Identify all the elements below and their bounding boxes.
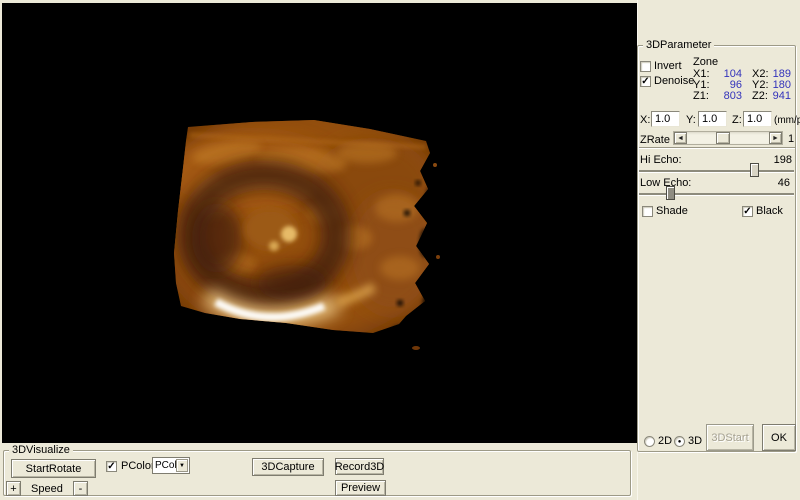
3dcapture-button[interactable]: 3DCapture xyxy=(252,458,324,476)
pcolor-label: PColor xyxy=(121,460,155,472)
hi-echo-label: Hi Echo: xyxy=(640,154,682,166)
mode-2d-label: 2D xyxy=(658,435,672,447)
speed-label: Speed xyxy=(31,483,63,495)
section-divider xyxy=(639,147,795,148)
y-scale-input[interactable] xyxy=(698,111,727,127)
zone-z1-label: Z1: xyxy=(693,90,709,102)
low-echo-value: 46 xyxy=(760,177,790,189)
low-echo-slider-track[interactable] xyxy=(639,193,794,195)
ok-button[interactable]: OK xyxy=(762,424,796,451)
preview-button[interactable]: Preview xyxy=(335,480,386,496)
zrate-value: 1 xyxy=(788,133,794,145)
pcolor-dropdown[interactable]: PColor ▼ xyxy=(152,457,190,474)
hi-echo-slider-track[interactable] xyxy=(639,170,794,172)
zone-z1-value: 803 xyxy=(712,90,742,102)
black-checkbox[interactable]: ✓ xyxy=(742,206,753,217)
z-scale-label: Z: xyxy=(732,114,742,126)
hi-echo-slider-thumb[interactable] xyxy=(750,163,759,177)
record3d-button[interactable]: Record3D xyxy=(335,458,384,475)
zrate-label: ZRate xyxy=(640,134,670,146)
mode-3d-radio[interactable]: ● xyxy=(674,436,685,447)
zone-label: Zone xyxy=(693,56,718,68)
speed-plus-button[interactable]: + xyxy=(6,481,21,496)
z-scale-input[interactable] xyxy=(743,111,772,127)
shade-label: Shade xyxy=(656,205,688,217)
application-window: 3DParameter Invert ✓ Denoise Zone X1: 10… xyxy=(0,0,800,500)
chevron-down-icon[interactable]: ▼ xyxy=(176,459,188,472)
parameter-groupbox: 3DParameter Invert ✓ Denoise Zone X1: 10… xyxy=(637,45,796,452)
shade-checkbox[interactable] xyxy=(642,206,653,217)
denoise-checkbox[interactable]: ✓ xyxy=(640,76,651,87)
ultrasound-volume-render xyxy=(2,3,637,443)
low-echo-slider-thumb[interactable] xyxy=(666,186,675,200)
3dstart-button[interactable]: 3DStart xyxy=(706,424,754,451)
scale-unit-label: (mm/p) xyxy=(774,115,800,127)
zone-z2-value: 941 xyxy=(763,90,791,102)
zrate-scrollbar[interactable]: ◄ ► xyxy=(673,131,783,145)
zrate-scrollbar-thumb[interactable] xyxy=(716,132,730,144)
hi-echo-value: 198 xyxy=(762,154,792,166)
visualize-groupbox: 3DVisualize StartRotate + Speed - ✓ PCol… xyxy=(3,450,631,496)
zrate-right-arrow[interactable]: ► xyxy=(769,132,782,144)
denoise-label: Denoise xyxy=(654,75,694,87)
y-scale-label: Y: xyxy=(686,114,696,126)
mode-3d-label: 3D xyxy=(688,435,702,447)
visualize-group-title: 3DVisualize xyxy=(9,443,73,457)
speed-minus-button[interactable]: - xyxy=(73,481,88,496)
black-label: Black xyxy=(756,205,783,217)
x-scale-input[interactable] xyxy=(651,111,680,127)
invert-checkbox[interactable] xyxy=(640,61,651,72)
mode-2d-radio[interactable] xyxy=(644,436,655,447)
invert-label: Invert xyxy=(654,60,682,72)
render-viewport[interactable] xyxy=(2,3,637,443)
parameter-group-title: 3DParameter xyxy=(643,38,714,52)
pcolor-checkbox[interactable]: ✓ xyxy=(106,461,117,472)
zrate-left-arrow[interactable]: ◄ xyxy=(674,132,687,144)
start-rotate-button[interactable]: StartRotate xyxy=(11,459,96,478)
x-scale-label: X: xyxy=(640,114,650,126)
